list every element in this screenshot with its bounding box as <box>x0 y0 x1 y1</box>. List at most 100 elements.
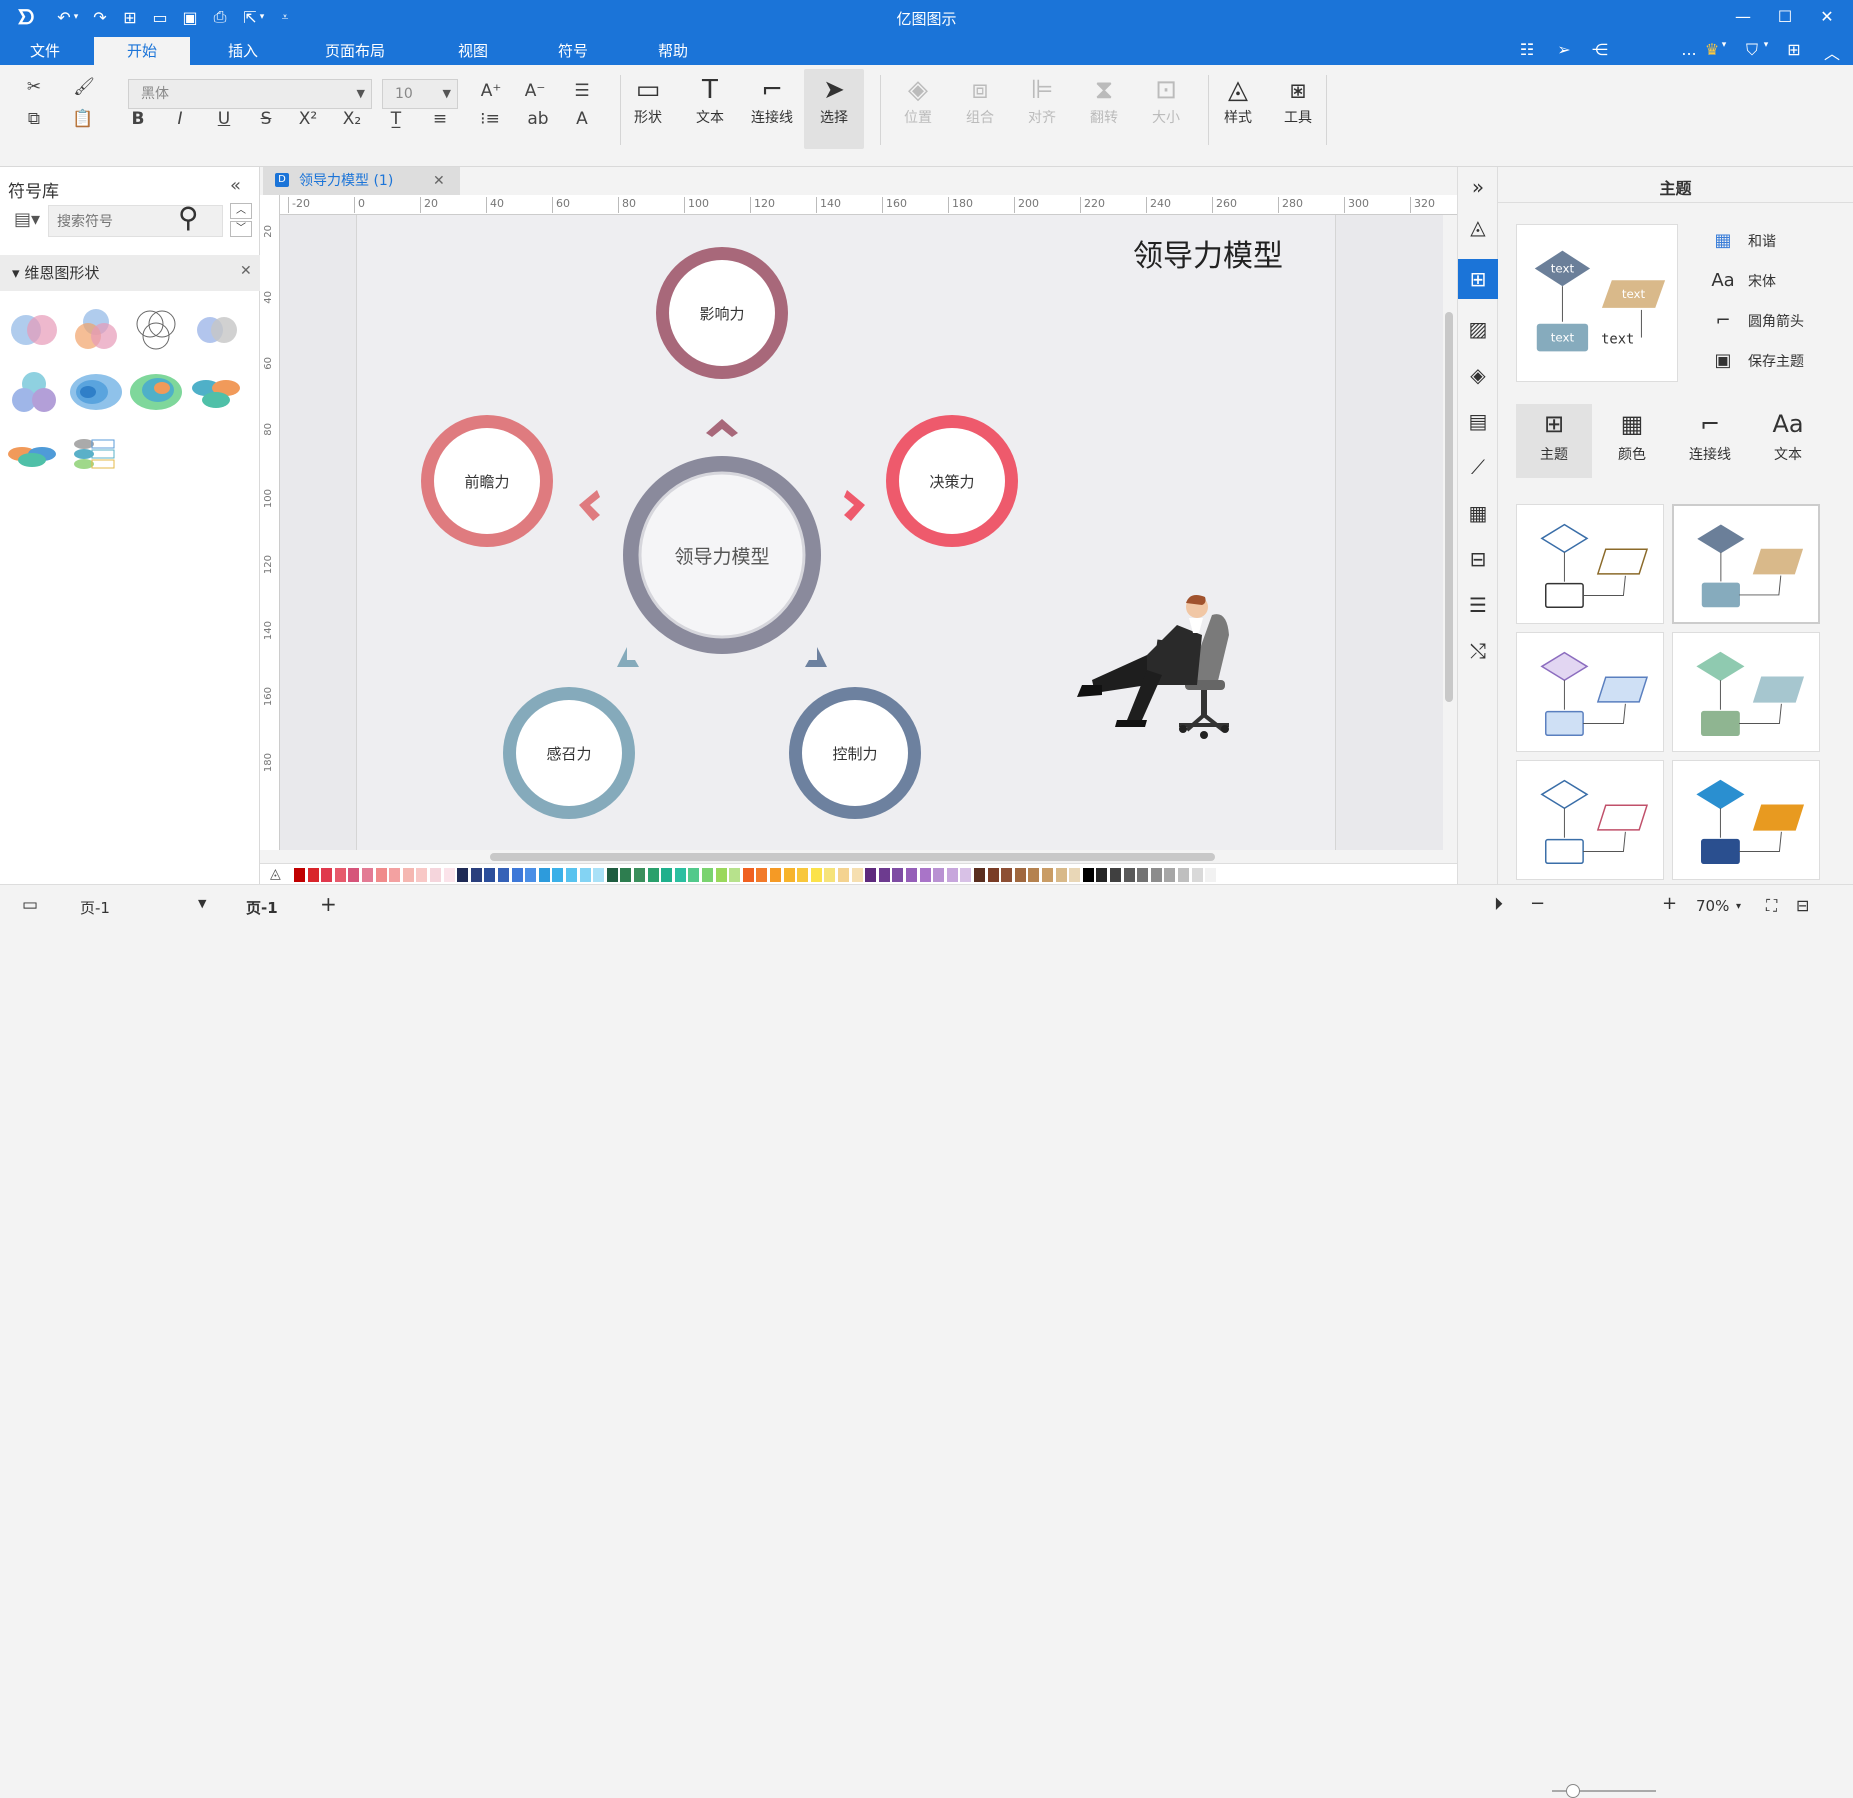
venn-three-circles-outline[interactable] <box>128 302 184 358</box>
color-swatch[interactable] <box>552 868 564 882</box>
paste-icon[interactable]: 📋 <box>66 105 100 133</box>
color-swatch[interactable] <box>851 868 863 882</box>
color-swatch[interactable] <box>593 868 605 882</box>
chart-icon[interactable]: ⟋ <box>1458 447 1498 487</box>
color-swatch[interactable] <box>348 868 360 882</box>
collapse-ribbon-icon[interactable]: ︿ <box>1820 40 1844 64</box>
format-painter-icon[interactable]: 🖌 <box>70 73 98 101</box>
cut-icon[interactable]: ✂ <box>20 73 48 101</box>
image-icon[interactable]: ▨ <box>1458 309 1498 349</box>
color-swatch[interactable] <box>484 868 496 882</box>
color-swatch[interactable] <box>1123 868 1135 882</box>
tab-file[interactable]: 文件 <box>14 37 76 65</box>
play-icon[interactable]: ⏵ <box>1494 894 1503 915</box>
color-swatch[interactable] <box>1178 868 1189 882</box>
color-swatch[interactable] <box>824 868 836 882</box>
minimize-button[interactable]: — <box>1728 4 1758 28</box>
theme-panel-icon[interactable]: ⊞ <box>1458 259 1498 299</box>
venn-nested-green[interactable] <box>128 364 184 420</box>
color-swatch[interactable] <box>770 868 781 882</box>
tools-button[interactable]: ⧆ 工具 <box>1270 73 1326 127</box>
theme-option-connector[interactable]: ⌐ 圆角箭头 <box>1710 310 1804 331</box>
color-swatch[interactable] <box>892 868 904 882</box>
color-swatch[interactable] <box>756 868 768 882</box>
more-label[interactable]: ... <box>1680 40 1698 59</box>
italic-icon[interactable]: I <box>166 105 194 133</box>
fit-screen-icon[interactable]: ⛶ <box>1766 896 1777 916</box>
color-swatch[interactable] <box>606 868 618 882</box>
venn-stacked-discs[interactable] <box>6 426 62 482</box>
theme-card[interactable] <box>1672 632 1820 752</box>
color-swatch[interactable] <box>810 868 822 882</box>
tab-insert[interactable]: 插入 <box>208 37 278 65</box>
horizontal-scrollbar[interactable] <box>490 853 1215 861</box>
color-swatch[interactable] <box>1042 868 1053 882</box>
page-tab[interactable]: 页-1 <box>246 897 278 918</box>
color-swatch[interactable] <box>402 868 414 882</box>
library-menu-icon[interactable]: ▤▾ <box>14 209 40 230</box>
color-swatch[interactable] <box>1069 868 1081 882</box>
shirt-dropdown-icon[interactable]: ▾ <box>1760 40 1772 50</box>
add-page-button[interactable]: + <box>320 892 337 916</box>
line-spacing-icon[interactable]: ≡ <box>420 105 460 133</box>
venn-list-ovals[interactable] <box>68 426 124 482</box>
color-swatch[interactable] <box>470 868 482 882</box>
apps-icon[interactable]: ⊞ <box>1782 40 1806 59</box>
shuffle-icon[interactable]: ⤭ <box>1458 631 1498 671</box>
color-swatch[interactable] <box>1096 868 1108 882</box>
strikethrough-icon[interactable]: S <box>252 105 280 133</box>
color-swatch[interactable] <box>783 868 795 882</box>
color-swatch[interactable] <box>987 868 999 882</box>
tab-help[interactable]: 帮助 <box>638 37 708 65</box>
save-theme-option[interactable]: ▣ 保存主题 <box>1710 350 1804 371</box>
theme-option-font[interactable]: Aa 宋体 <box>1710 270 1776 291</box>
share-icon[interactable]: ⋲ <box>1588 40 1612 59</box>
color-swatch[interactable] <box>579 868 591 882</box>
color-swatch[interactable] <box>294 868 305 882</box>
color-swatch[interactable] <box>1082 868 1094 882</box>
redo-icon[interactable]: ↷ <box>88 6 112 28</box>
comment-icon[interactable]: ☷ <box>1515 40 1539 59</box>
theme-tab-theme[interactable]: ⊞ 主题 <box>1516 404 1592 478</box>
close-window-button[interactable]: ✕ <box>1812 4 1842 28</box>
color-swatch[interactable] <box>715 868 727 882</box>
full-screen-icon[interactable]: ⊟ <box>1796 896 1809 915</box>
color-swatch[interactable] <box>389 868 401 882</box>
shape-button[interactable]: ▭ 形状 <box>620 73 676 127</box>
close-tab-icon[interactable]: ✕ <box>433 167 445 195</box>
color-swatch[interactable] <box>362 868 373 882</box>
text-format-icon[interactable]: T̲ <box>378 105 414 133</box>
color-swatch[interactable] <box>321 868 333 882</box>
underline-icon[interactable]: U <box>210 105 238 133</box>
theme-card[interactable] <box>1672 760 1820 880</box>
color-swatch[interactable] <box>307 868 319 882</box>
color-swatch[interactable] <box>674 868 686 882</box>
color-swatch[interactable] <box>1110 868 1121 882</box>
tab-symbol[interactable]: 符号 <box>538 37 608 65</box>
vertical-scrollbar[interactable] <box>1445 312 1453 702</box>
color-swatch[interactable] <box>334 868 346 882</box>
bullets-icon[interactable]: ⁝≡ <box>470 105 510 133</box>
venn-soft-circles[interactable] <box>188 302 244 358</box>
tab-page-layout[interactable]: 页面布局 <box>305 37 405 65</box>
color-swatch[interactable] <box>797 868 809 882</box>
tab-home[interactable]: 开始 <box>94 37 190 65</box>
new-file-icon[interactable]: ⊞ <box>118 6 142 28</box>
color-swatch[interactable] <box>375 868 387 882</box>
venn-bubble-cluster[interactable] <box>6 364 62 420</box>
fill-style-icon[interactable]: ◬ <box>1458 207 1498 247</box>
superscript-icon[interactable]: X² <box>294 105 322 133</box>
color-swatch[interactable] <box>729 868 741 882</box>
color-swatch[interactable] <box>1028 868 1040 882</box>
node-foresight[interactable]: 前瞻力 <box>421 415 553 547</box>
color-swatch[interactable] <box>1001 868 1013 882</box>
color-swatch[interactable] <box>688 868 700 882</box>
color-swatch[interactable] <box>634 868 645 882</box>
venn-nested-ellipses[interactable] <box>68 364 124 420</box>
color-swatch[interactable] <box>511 868 523 882</box>
collapse-panel-icon[interactable]: « <box>230 175 241 196</box>
venn-three-circles-color[interactable] <box>68 302 124 358</box>
theme-card[interactable] <box>1516 632 1664 752</box>
color-swatch[interactable] <box>620 868 632 882</box>
color-swatch[interactable] <box>566 868 577 882</box>
